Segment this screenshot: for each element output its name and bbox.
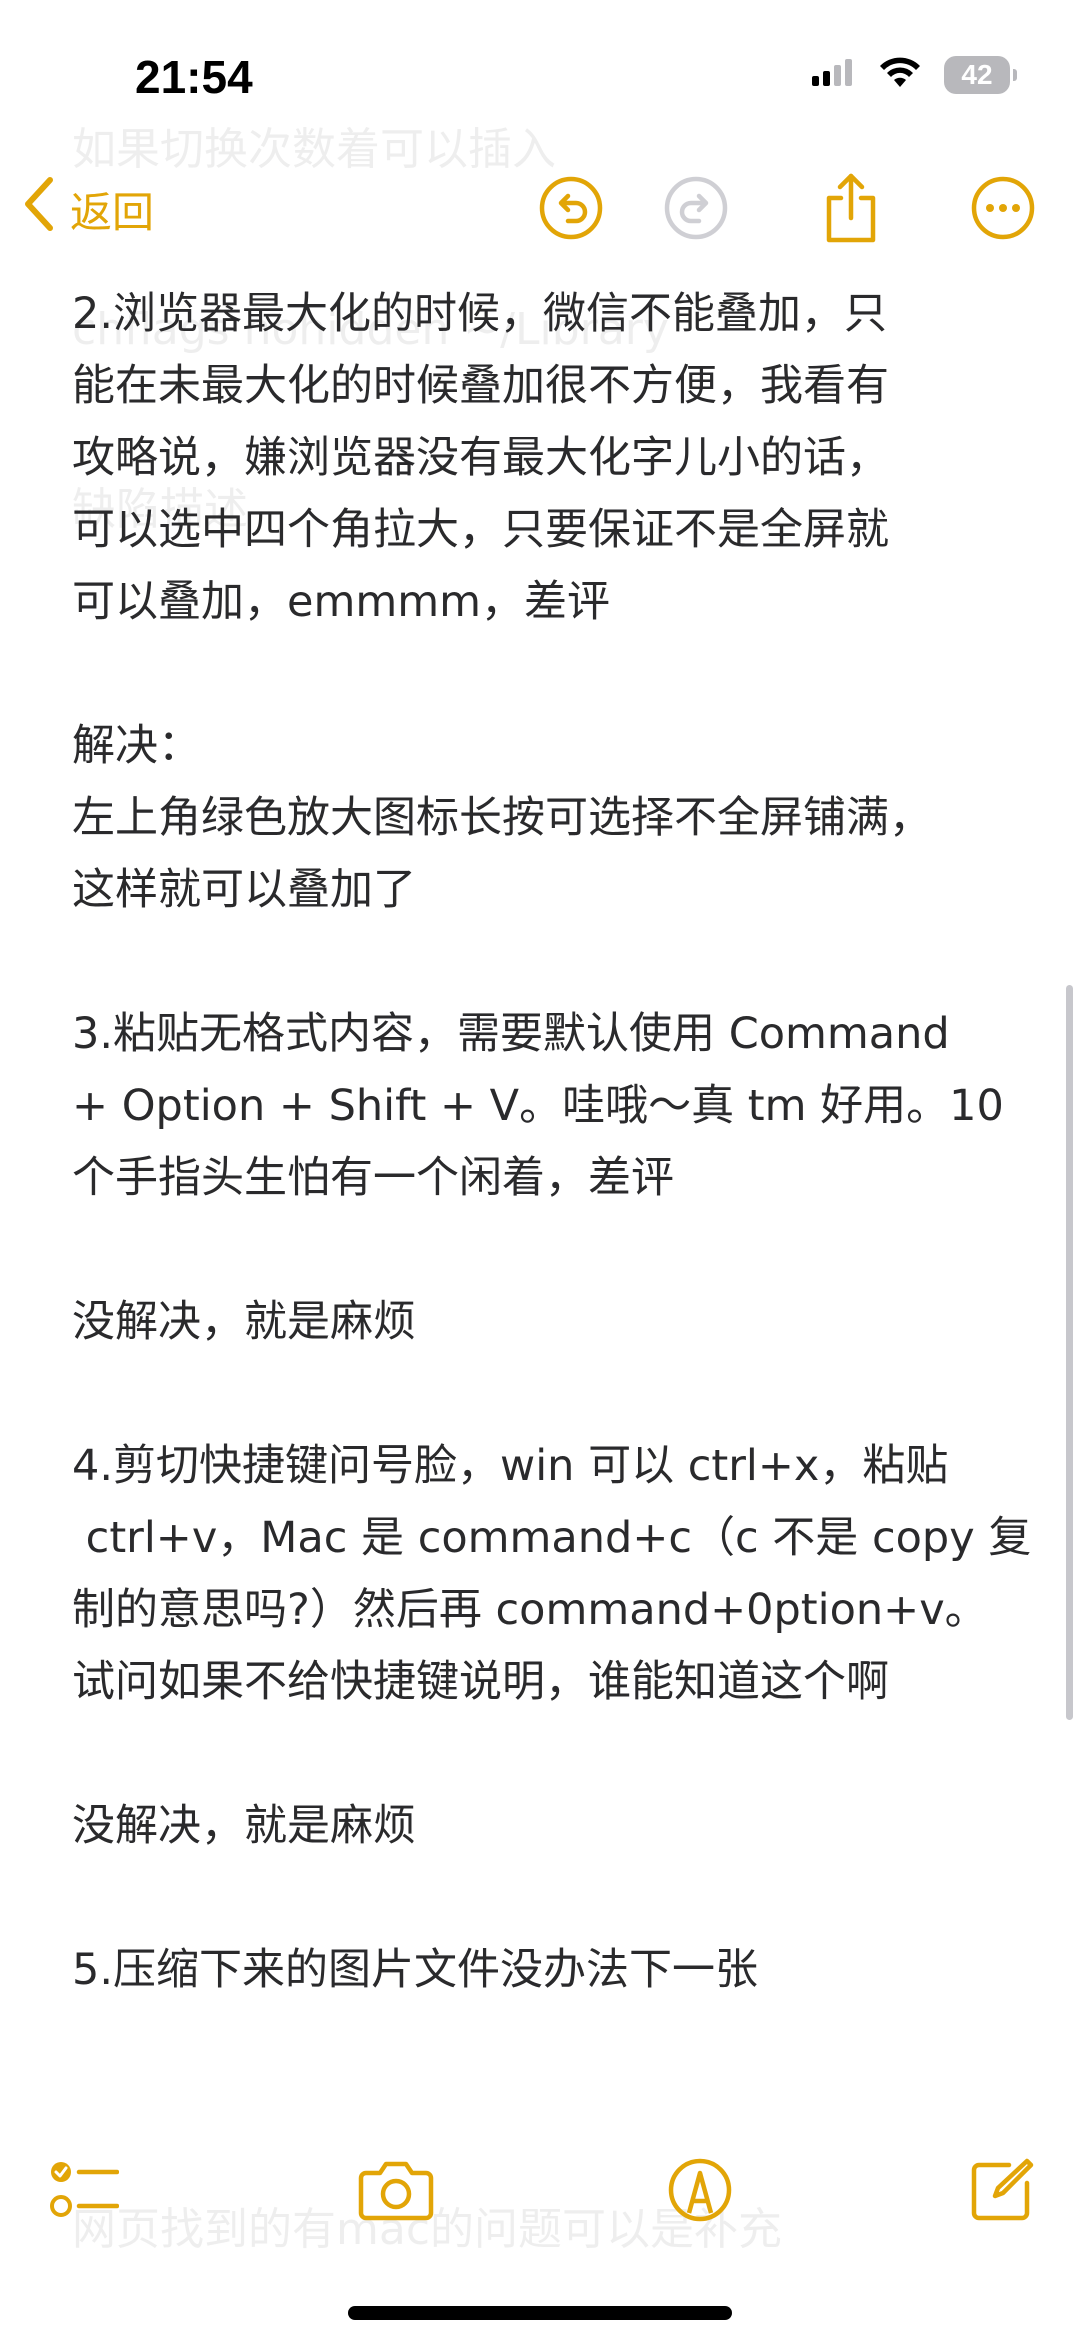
note-body[interactable]: 2.浏览器最大化的时候，微信不能叠加，只 能在未最大化的时候叠加很不方便，我看有… [72,278,1032,2006]
note-line [72,926,1032,998]
note-line: 制的意思吗?）然后再 command+0ption+v。 [72,1585,988,1635]
wifi-icon [878,56,922,94]
undo-icon [539,176,603,240]
more-icon [971,176,1035,240]
note-line: 这样就可以叠加了 [72,865,416,915]
home-indicator[interactable] [348,2306,732,2320]
note-line: 5.压缩下来的图片文件没办法下一张 [72,1945,759,1995]
note-line: ctrl+v，Mac 是 command+c（c 不是 copy 复 [72,1513,1032,1563]
share-icon [826,173,876,243]
note-line: 攻略说，嫌浏览器没有最大化字儿小的话， [72,433,889,483]
compose-icon [971,2158,1034,2221]
note-line: 试问如果不给快捷键说明，谁能知道这个啊 [72,1657,889,1707]
checklist-button[interactable] [44,2150,124,2230]
note-line: 可以选中四个角拉大，只要保证不是全屏就 [72,505,889,555]
checklist-icon [50,2162,119,2217]
more-button[interactable] [967,172,1039,244]
note-line [72,1358,1032,1430]
note-line: 3.粘贴无格式内容，需要默认使用 Command [72,1009,950,1059]
battery-level: 42 [961,59,993,90]
signal-icon [812,58,856,92]
note-line: 解决： [72,721,201,771]
status-time: 21:54 [135,51,253,103]
back-button[interactable]: 返回 [22,176,154,242]
chevron-left-icon [22,176,56,242]
note-line [72,1214,1032,1286]
note-line [72,1862,1032,1934]
camera-icon [358,2161,434,2221]
note-line: 没解决，就是麻烦 [72,1801,416,1851]
note-line: 2.浏览器最大化的时候，微信不能叠加，只 [72,289,888,339]
note-line: 4.剪切快捷键问号脸，win 可以 ctrl+x，粘贴 [72,1441,949,1491]
redo-icon [664,176,728,240]
note-line: 左上角绿色放大图标长按可选择不全屏铺满， [72,793,932,843]
scroll-indicator[interactable] [1066,985,1073,1720]
note-line: + Option + Shift + V。哇哦～真 tm 好用。10 [72,1081,1004,1131]
battery-icon: 42 [944,56,1017,94]
markup-pen-icon [668,2158,732,2222]
status-icons: 42 [812,56,1017,94]
redo-button[interactable] [660,172,732,244]
bottom-toolbar [0,2140,1080,2250]
camera-button[interactable] [356,2150,436,2230]
note-line: 可以叠加，emmmm，差评 [72,577,611,627]
status-bar: 21:54 42 [0,0,1080,150]
compose-button[interactable] [962,2150,1042,2230]
undo-button[interactable] [535,172,607,244]
note-line: 个手指头生怕有一个闲着，差评 [72,1153,674,1203]
note-line [72,638,1032,710]
note-line: 没解决，就是麻烦 [72,1297,416,1347]
note-line [72,1718,1032,1790]
back-label: 返回 [70,187,155,237]
navigation-bar: 返回 [0,160,1080,260]
note-line: 能在未最大化的时候叠加很不方便，我看有 [72,361,889,411]
share-button[interactable] [815,172,887,244]
markup-button[interactable] [660,2150,740,2230]
